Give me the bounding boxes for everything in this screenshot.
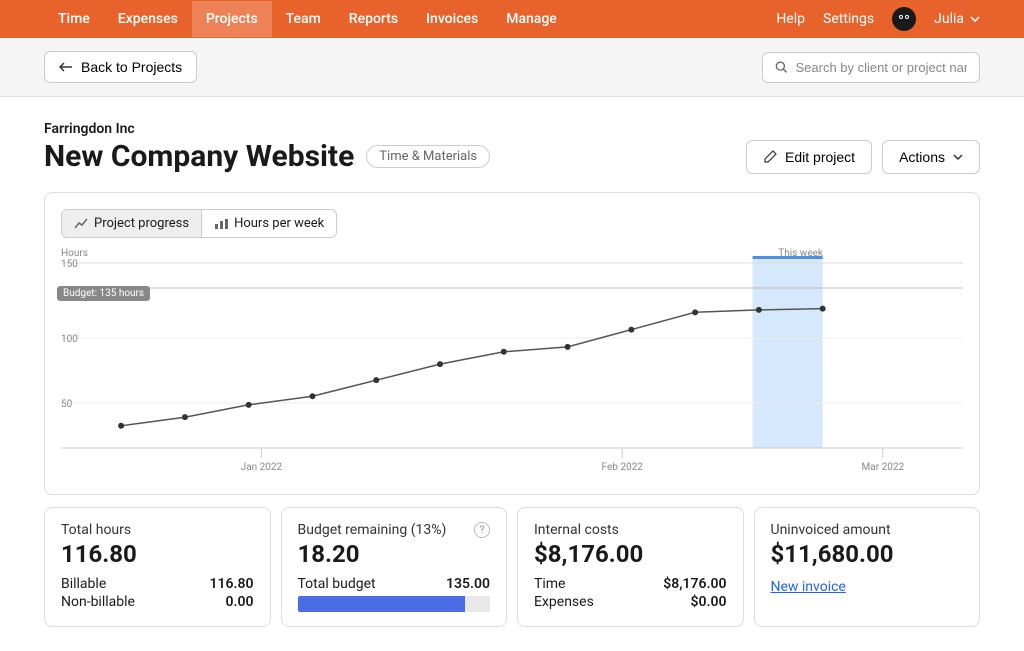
user-name: Julia bbox=[934, 11, 964, 27]
tab-project-progress[interactable]: Project progress bbox=[62, 210, 201, 237]
edit-label: Edit project bbox=[785, 149, 855, 165]
sub-bar: Back to Projects bbox=[0, 38, 1024, 97]
time-cost-value: $8,176.00 bbox=[663, 576, 726, 592]
budget-label: Budget remaining (13%) ? bbox=[298, 522, 491, 538]
nav-time[interactable]: Time bbox=[44, 1, 104, 37]
card-total-hours: Total hours 116.80 Billable 116.80 Non-bi… bbox=[44, 507, 271, 627]
budget-progress-fill bbox=[298, 596, 465, 612]
uninvoiced-label: Uninvoiced amount bbox=[771, 522, 964, 538]
nav-invoices[interactable]: Invoices bbox=[412, 1, 492, 37]
project-type-badge: Time & Materials bbox=[366, 145, 490, 168]
header-actions: Edit project Actions bbox=[746, 140, 980, 174]
budget-label-text: Budget remaining (13%) bbox=[298, 522, 447, 538]
nav-reports[interactable]: Reports bbox=[335, 1, 412, 37]
card-uninvoiced: Uninvoiced amount $11,680.00 New invoice bbox=[754, 507, 981, 627]
expenses-cost-value: $0.00 bbox=[691, 594, 727, 610]
bar-chart-icon bbox=[214, 218, 228, 230]
costs-label: Internal costs bbox=[534, 522, 727, 538]
chart-series bbox=[118, 306, 826, 429]
header-row: Farringdon Inc New Company Website Time … bbox=[44, 121, 980, 174]
nav-expenses[interactable]: Expenses bbox=[104, 1, 192, 37]
chevron-down-icon bbox=[970, 16, 980, 22]
nav-projects[interactable]: Projects bbox=[192, 1, 272, 37]
total-budget-label: Total budget bbox=[298, 576, 376, 592]
actions-button[interactable]: Actions bbox=[882, 140, 980, 174]
nonbillable-label: Non-billable bbox=[61, 594, 135, 610]
card-budget: Budget remaining (13%) ? 18.20 Total bud… bbox=[281, 507, 508, 627]
nav-team[interactable]: Team bbox=[272, 1, 335, 37]
new-invoice-link[interactable]: New invoice bbox=[771, 579, 846, 595]
budget-progress bbox=[298, 596, 491, 612]
search-icon bbox=[775, 60, 788, 74]
arrow-left-icon bbox=[59, 62, 73, 72]
client-name: Farringdon Inc bbox=[44, 121, 490, 137]
project-title: New Company Website bbox=[44, 139, 354, 174]
ytick-50: 50 bbox=[61, 399, 73, 410]
total-budget-value: 135.00 bbox=[446, 576, 490, 592]
chevron-down-icon bbox=[953, 154, 963, 160]
y-axis-label: Hours bbox=[61, 248, 88, 259]
this-week-highlight bbox=[753, 258, 823, 448]
ytick-150: 150 bbox=[61, 259, 78, 270]
card-costs: Internal costs $8,176.00 Time $8,176.00 E… bbox=[517, 507, 744, 627]
expenses-cost-label: Expenses bbox=[534, 594, 594, 610]
total-hours-value: 116.80 bbox=[61, 540, 254, 568]
budget-line-label: Budget: 135 hours bbox=[57, 286, 150, 301]
help-link[interactable]: Help bbox=[776, 11, 805, 27]
page-content: Farringdon Inc New Company Website Time … bbox=[0, 97, 1024, 651]
project-title-row: New Company Website Time & Materials bbox=[44, 139, 490, 174]
progress-chart: 150 100 50 Jan 2022 Feb 2022 Mar 2022 bbox=[61, 248, 963, 478]
tab-hours-label: Hours per week bbox=[234, 216, 324, 231]
billable-label: Billable bbox=[61, 576, 106, 592]
search-input[interactable] bbox=[796, 60, 968, 75]
help-icon[interactable]: ? bbox=[474, 522, 490, 538]
costs-value: $8,176.00 bbox=[534, 540, 727, 568]
chart-panel: Project progress Hours per week Hours Th… bbox=[44, 192, 980, 495]
top-nav: Time Expenses Projects Team Reports Invo… bbox=[0, 0, 1024, 38]
tab-hours-per-week[interactable]: Hours per week bbox=[201, 210, 336, 237]
actions-label: Actions bbox=[899, 149, 945, 165]
xtick-feb: Feb 2022 bbox=[602, 462, 644, 473]
ytick-100: 100 bbox=[61, 334, 78, 345]
edit-project-button[interactable]: Edit project bbox=[746, 140, 872, 174]
summary-cards: Total hours 116.80 Billable 116.80 Non-bi… bbox=[44, 507, 980, 627]
pencil-icon bbox=[763, 150, 777, 164]
nonbillable-value: 0.00 bbox=[226, 594, 254, 610]
back-label: Back to Projects bbox=[81, 59, 182, 75]
search-box[interactable] bbox=[762, 52, 980, 83]
total-hours-label: Total hours bbox=[61, 522, 254, 538]
user-dropdown[interactable]: Julia bbox=[934, 11, 980, 27]
chart-area: Hours This week Budget: 135 hours 150 10… bbox=[61, 248, 963, 478]
back-button[interactable]: Back to Projects bbox=[44, 51, 197, 83]
budget-value: 18.20 bbox=[298, 540, 491, 568]
avatar[interactable] bbox=[892, 7, 916, 31]
chart-tabs: Project progress Hours per week bbox=[61, 209, 337, 238]
nav-right: Help Settings Julia bbox=[776, 7, 980, 31]
line-chart-icon bbox=[74, 218, 88, 230]
tab-progress-label: Project progress bbox=[94, 216, 189, 231]
xtick-mar: Mar 2022 bbox=[862, 462, 905, 473]
avatar-icon bbox=[896, 11, 912, 27]
billable-value: 116.80 bbox=[210, 576, 254, 592]
header-left: Farringdon Inc New Company Website Time … bbox=[44, 121, 490, 174]
nav-left: Time Expenses Projects Team Reports Invo… bbox=[44, 1, 571, 37]
uninvoiced-value: $11,680.00 bbox=[771, 540, 964, 568]
nav-manage[interactable]: Manage bbox=[492, 1, 571, 37]
xtick-jan: Jan 2022 bbox=[241, 462, 283, 473]
time-cost-label: Time bbox=[534, 576, 565, 592]
settings-link[interactable]: Settings bbox=[823, 11, 874, 27]
this-week-label: This week bbox=[778, 248, 823, 259]
